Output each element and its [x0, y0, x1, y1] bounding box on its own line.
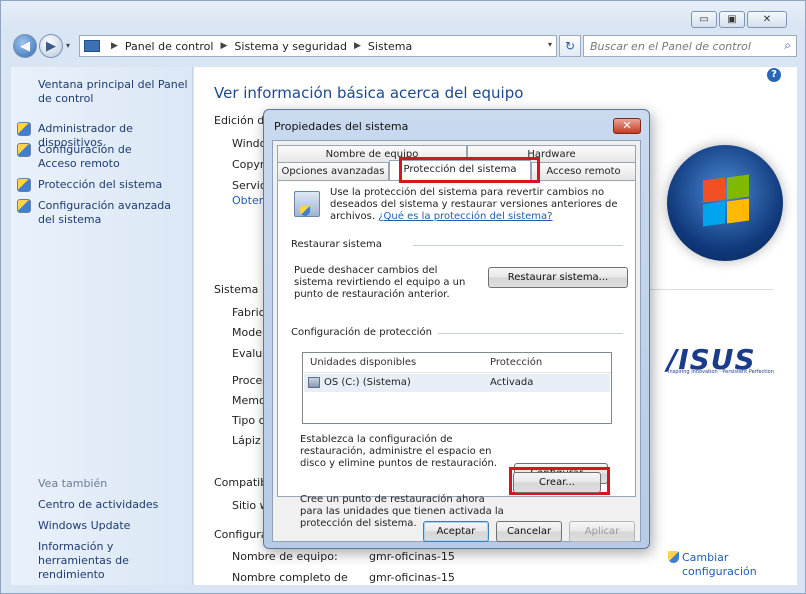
cancel-button[interactable]: Cancelar	[496, 521, 562, 542]
see-also-action-center[interactable]: Centro de actividades	[38, 498, 158, 512]
edition-row: Windo	[232, 137, 267, 150]
logo-quad	[727, 198, 749, 224]
computer-name-value: gmr-oficinas-15	[369, 550, 455, 563]
control-panel-icon	[84, 40, 100, 52]
highlight-protection-tab	[399, 157, 540, 183]
page-title: Ver información básica acerca del equipo	[214, 84, 524, 102]
chevron-right-icon[interactable]: ▶	[354, 41, 361, 51]
system-protection-panel: Use la protección del sistema para rever…	[277, 180, 636, 529]
sidebar-item-label: Configuración avanzada del sistema	[38, 199, 172, 226]
what-is-protection-link[interactable]: ¿Qué es la protección del sistema?	[378, 211, 552, 222]
oem-tagline: Inspiring Innovation · Persistent Perfec…	[668, 369, 774, 375]
divider	[438, 333, 623, 334]
shield-icon	[17, 178, 31, 192]
recent-pages-dropdown[interactable]: ▾	[66, 41, 70, 50]
drive-protection: Activada	[490, 377, 534, 388]
window-controls: ▭ ▣ ✕	[691, 11, 787, 28]
breadcrumb-sistema[interactable]: Sistema	[368, 40, 412, 53]
restore-description: Puede deshacer cambios del sistema revir…	[294, 265, 466, 300]
compat-heading: Compatibi	[214, 476, 271, 489]
drives-list[interactable]: Unidades disponibles Protección OS (C:) …	[302, 352, 612, 424]
shield-icon	[17, 122, 31, 136]
create-button[interactable]: Crear...	[513, 472, 601, 493]
see-also-performance[interactable]: Información y herramientas de rendimient…	[38, 540, 190, 582]
windows-logo	[667, 145, 783, 261]
system-row: Memo	[232, 394, 266, 407]
sidebar-item-system-protection[interactable]: Protección del sistema	[17, 178, 190, 192]
drive-icon	[308, 377, 320, 388]
sidebar-item-advanced-settings[interactable]: Configuración avanzada del sistema	[17, 199, 188, 227]
logo-quad	[727, 174, 749, 200]
edition-link[interactable]: Obten	[232, 194, 266, 207]
see-also-heading: Vea también	[38, 477, 108, 490]
breadcrumb-panel-de-control[interactable]: Panel de control	[125, 40, 214, 53]
close-button[interactable]: ✕	[747, 11, 787, 28]
drive-name: OS (C:) (Sistema)	[324, 377, 411, 388]
back-button[interactable]: ◀	[13, 34, 37, 58]
address-bar-row: ◀ ▶ ▾ ▶ Panel de control ▶ Sistema y seg…	[11, 31, 797, 61]
apply-button[interactable]: Aplicar	[569, 521, 635, 542]
search-icon[interactable]: ⌕	[784, 38, 791, 53]
divider	[413, 245, 623, 246]
shield-icon	[668, 551, 679, 563]
restore-group-label: Restaurar sistema	[291, 239, 382, 250]
system-row: Model	[232, 326, 266, 339]
ok-button[interactable]: Aceptar	[423, 521, 489, 542]
refresh-button[interactable]: ↻	[559, 35, 581, 57]
tab-remote-access[interactable]: Acceso remoto	[531, 162, 636, 180]
full-name-value: gmr-oficinas-15	[369, 571, 455, 584]
sidebar: Ventana principal del Panel de control A…	[11, 67, 193, 585]
system-protection-icon	[294, 191, 320, 217]
shield-icon	[17, 143, 31, 157]
chevron-down-icon[interactable]: ▾	[548, 40, 552, 49]
chevron-right-icon[interactable]: ▶	[111, 41, 118, 51]
tab-advanced-options[interactable]: Opciones avanzadas	[277, 162, 389, 180]
breadcrumb-sistema-y-seguridad[interactable]: Sistema y seguridad	[234, 40, 347, 53]
column-header-protection[interactable]: Protección	[490, 357, 542, 368]
dialog-title: Propiedades del sistema	[274, 120, 409, 133]
chevron-right-icon[interactable]: ▶	[220, 41, 227, 51]
system-row: Tipo d	[232, 414, 266, 427]
help-icon[interactable]: ?	[767, 68, 781, 82]
list-item[interactable]: OS (C:) (Sistema) Activada	[304, 374, 610, 392]
dialog-close-button[interactable]: ✕	[613, 118, 641, 134]
sidebar-home-link[interactable]: Ventana principal del Panel de control	[38, 78, 188, 106]
protection-group-label: Configuración de protección	[291, 327, 432, 338]
full-name-label: Nombre completo de	[232, 571, 348, 584]
search-input[interactable]: Buscar en el Panel de control ⌕	[583, 35, 797, 57]
sidebar-item-label: Configuración de Acceso remoto	[38, 143, 132, 170]
logo-quad	[703, 177, 725, 203]
forward-button[interactable]: ▶	[39, 34, 63, 58]
logo-quad	[703, 201, 725, 227]
shield-icon	[17, 199, 31, 213]
minimize-button[interactable]: ▭	[691, 11, 717, 28]
address-bar[interactable]: ▶ Panel de control ▶ Sistema y seguridad…	[79, 35, 557, 57]
see-also-windows-update[interactable]: Windows Update	[38, 519, 130, 533]
sidebar-item-remote-access[interactable]: Configuración de Acceso remoto	[17, 143, 168, 171]
list-header: Unidades disponibles Protección	[303, 353, 611, 373]
maximize-button[interactable]: ▣	[719, 11, 745, 28]
dialog-body: Nombre de equipo Hardware Opciones avanz…	[272, 140, 641, 542]
computer-config-heading: Configura	[214, 528, 268, 541]
sidebar-item-label: Protección del sistema	[38, 178, 163, 191]
restore-system-button[interactable]: Restaurar sistema...	[488, 267, 628, 288]
configure-description: Establezca la configuración de restaurac…	[300, 434, 498, 469]
change-settings-link[interactable]: Cambiar configuración	[668, 551, 762, 579]
change-settings-label: Cambiar configuración	[682, 551, 757, 578]
edition-row: Copyr	[232, 158, 265, 171]
panel-description: Use la protección del sistema para rever…	[330, 187, 630, 223]
computer-name-label: Nombre de equipo:	[232, 550, 338, 563]
system-heading: Sistema	[214, 283, 259, 296]
column-header-drives[interactable]: Unidades disponibles	[310, 357, 416, 368]
search-placeholder: Buscar en el Panel de control	[590, 40, 751, 53]
